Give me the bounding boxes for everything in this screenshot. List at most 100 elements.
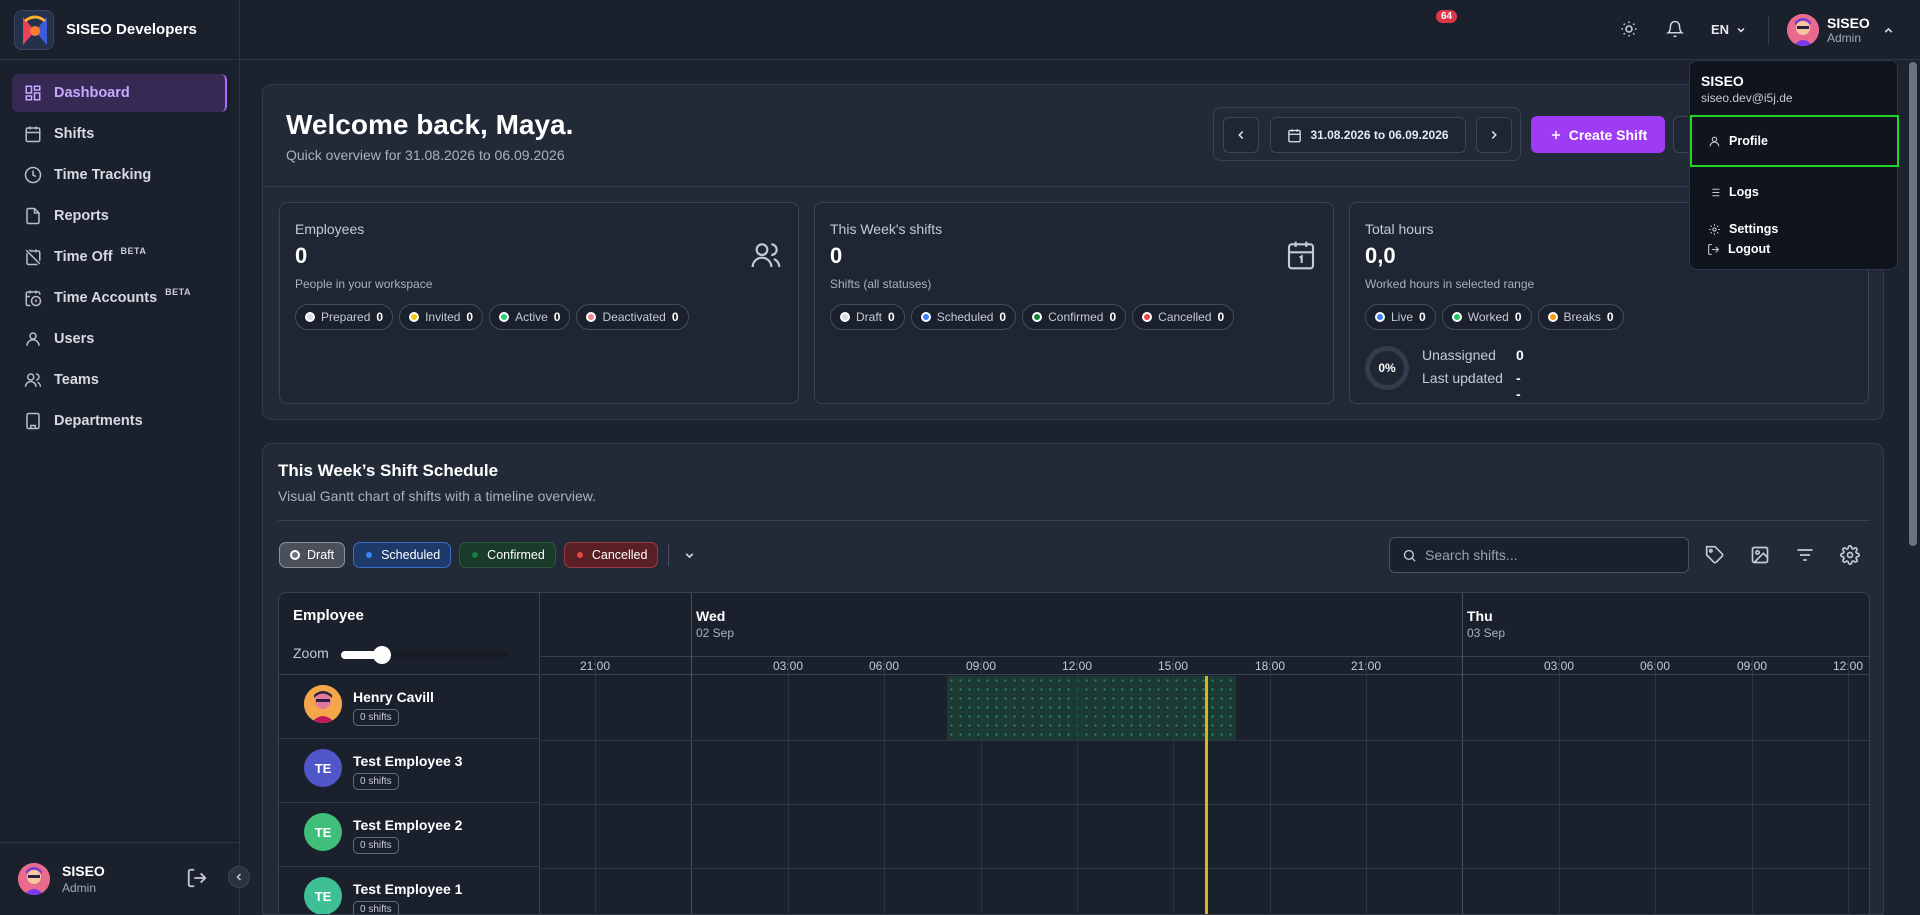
calendar-day-icon [1285, 239, 1317, 271]
bell-icon[interactable] [1666, 20, 1684, 38]
sidebar-item-departments[interactable]: Departments [12, 402, 227, 440]
filter-confirmed[interactable]: Confirmed [459, 542, 556, 568]
sidebar-item-reports[interactable]: Reports [12, 197, 227, 235]
chevron-down-icon [1735, 24, 1747, 36]
calendar-icon [24, 125, 42, 143]
employee-name: Test Employee 1 [353, 881, 463, 897]
beta-badge: BETA [120, 246, 147, 256]
sidebar: SISEO Developers Dashboard Shifts Time T… [0, 0, 240, 915]
grid-line [1173, 657, 1174, 914]
shift-count-badge: 0 shifts [353, 709, 399, 726]
image-icon[interactable] [1750, 545, 1770, 565]
chip-worked[interactable]: Worked 0 [1441, 304, 1532, 330]
progress-ring: 0% [1365, 346, 1409, 390]
search-icon [1402, 548, 1417, 563]
grid-line [981, 657, 982, 914]
chip-count: 0 [671, 310, 679, 324]
status-dot [409, 312, 420, 322]
filter-scheduled[interactable]: Scheduled [353, 542, 452, 568]
chip-deactivated[interactable]: Deactivated 0 [576, 304, 689, 330]
date-range-button[interactable]: 31.08.2026 to 06.09.2026 [1270, 117, 1466, 153]
grid-line [1655, 657, 1656, 914]
employee-name: Henry Cavill [353, 689, 434, 705]
gear-icon[interactable] [1840, 545, 1860, 565]
list-icon [1708, 186, 1721, 199]
grid-line [1559, 657, 1560, 914]
user-role: Admin [1827, 30, 1862, 45]
table-row[interactable]: TE Test Employee 3 0 shifts [279, 739, 539, 803]
sidebar-item-users[interactable]: Users [12, 320, 227, 358]
timeline: Wed 02 Sep Thu 03 Sep 21:00 03:00 06:00 … [541, 593, 1869, 914]
chip-draft[interactable]: Draft 0 [830, 304, 905, 330]
filter-label: Confirmed [487, 548, 545, 562]
table-row[interactable]: TE Test Employee 2 0 shifts [279, 803, 539, 867]
chevron-down-icon[interactable] [683, 549, 696, 562]
unassigned-label: Unassigned [1422, 347, 1496, 363]
last-updated-value: -- [1516, 370, 1521, 402]
shift-availability-block[interactable] [947, 676, 1236, 740]
brand[interactable]: SISEO Developers [0, 0, 239, 60]
sidebar-item-shifts[interactable]: Shifts [12, 115, 227, 153]
language-select[interactable]: EN [1711, 22, 1747, 37]
create-shift-button[interactable]: Create Shift [1531, 116, 1665, 153]
status-dot [305, 312, 315, 322]
stat-label: This Week's shifts [830, 221, 943, 237]
chip-scheduled[interactable]: Scheduled 0 [910, 304, 1017, 330]
next-week-button[interactable] [1476, 117, 1512, 153]
search-field[interactable] [1389, 537, 1689, 573]
logout-icon[interactable] [186, 867, 208, 889]
status-dot [1547, 312, 1558, 322]
date-range-label: 31.08.2026 to 06.09.2026 [1310, 128, 1449, 142]
menu-item-logout-row[interactable]: Logout [1693, 232, 1892, 266]
user-icon [1708, 135, 1721, 148]
zoom-slider[interactable] [341, 646, 507, 664]
theme-toggle-icon[interactable] [1620, 20, 1638, 38]
menu-item-logs[interactable]: Logs [1694, 175, 1893, 209]
menu-item-label: Logout [1728, 242, 1771, 256]
employee-header: Employee [293, 607, 364, 624]
filter-draft[interactable]: Draft [279, 542, 346, 568]
logout-icon [1707, 243, 1720, 256]
previous-week-button[interactable] [1223, 117, 1259, 153]
zoom-slider-handle[interactable] [373, 646, 391, 664]
status-dot [290, 550, 300, 560]
timeline-hours: 21:00 03:00 06:00 09:00 12:00 15:00 18:0… [541, 657, 1869, 675]
sidebar-item-time-off[interactable]: Time Off BETA [12, 238, 227, 276]
employee-name: Test Employee 3 [353, 753, 463, 769]
stat-label: Employees [295, 221, 365, 237]
chip-prepared[interactable]: Prepared 0 [295, 304, 394, 330]
chip-active[interactable]: Active 0 [489, 304, 571, 330]
sidebar-item-time-accounts[interactable]: Time Accounts BETA [12, 279, 227, 317]
shift-schedule: This Week’s Shift Schedule Visual Gantt … [262, 443, 1884, 915]
sidebar-item-time-tracking[interactable]: Time Tracking [12, 156, 227, 194]
menu-item-profile[interactable]: Profile [1690, 115, 1899, 167]
filter-cancelled[interactable]: Cancelled [563, 542, 659, 568]
avatar: TE [304, 749, 342, 787]
sidebar-collapse-button[interactable] [228, 866, 250, 888]
chip-label: Draft [856, 310, 883, 324]
avatar [18, 863, 50, 895]
sidebar-user[interactable]: SISEO Admin [0, 842, 240, 915]
timeline-days: Wed 02 Sep Thu 03 Sep [541, 593, 1869, 657]
table-row[interactable]: TE Test Employee 1 0 shifts [279, 867, 539, 914]
tag-icon[interactable] [1705, 545, 1725, 565]
user-menu-trigger[interactable]: SISEO Admin [1787, 14, 1895, 46]
sidebar-item-dashboard[interactable]: Dashboard [12, 74, 227, 112]
chip-confirmed[interactable]: Confirmed 0 [1022, 304, 1127, 330]
scrollbar[interactable] [1909, 62, 1917, 546]
chip-label: Prepared [321, 310, 371, 324]
chip-breaks[interactable]: Breaks 0 [1537, 304, 1624, 330]
chip-count: 0 [1419, 310, 1426, 324]
search-input[interactable] [1425, 547, 1665, 563]
sidebar-item-teams[interactable]: Teams [12, 361, 227, 399]
status-filters: Draft Scheduled Confirmed Cancelled [279, 542, 696, 568]
filter-icon[interactable] [1795, 545, 1815, 565]
table-row[interactable]: Henry Cavill 0 shifts [279, 675, 539, 739]
chip-label: Confirmed [1048, 310, 1104, 324]
chip-cancelled[interactable]: Cancelled 0 [1132, 304, 1235, 330]
section-subtitle: Visual Gantt chart of shifts with a time… [278, 488, 596, 504]
chip-invited[interactable]: Invited 0 [399, 304, 484, 330]
chip-label: Deactivated [602, 310, 666, 324]
status-dot [586, 312, 597, 322]
chip-live[interactable]: Live 0 [1365, 304, 1436, 330]
